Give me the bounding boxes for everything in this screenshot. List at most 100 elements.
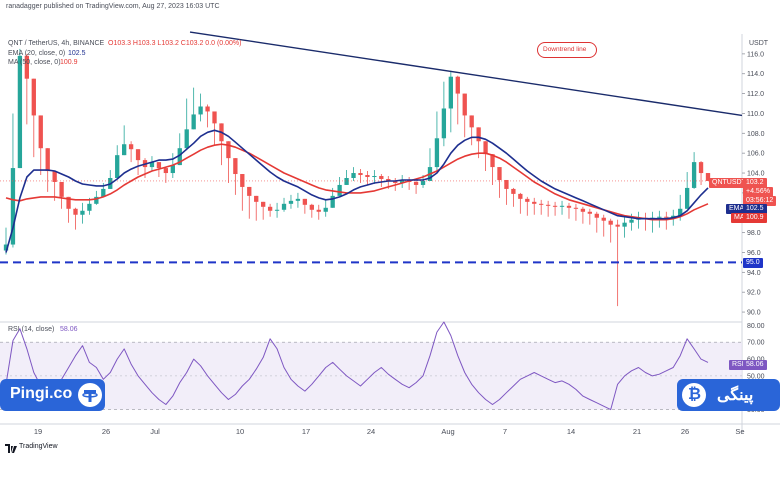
candle-body [316,209,321,212]
time-tick-label: 26 [102,427,110,436]
candle-body [135,149,141,161]
candle-body [288,200,294,204]
price-tick-label: 94.0 [747,270,761,277]
annotation-text: Downtrend line [543,46,587,53]
candle-body [295,198,301,201]
candle-body [525,198,530,202]
ohlc-values: O103.3 H103.3 L103.2 C103.2 0.0 (0.00%) [108,40,242,47]
rsi-tick-label: 70.00 [747,340,765,347]
candle-body [539,203,544,205]
time-tick-label: 7 [503,427,507,436]
candle-body [205,106,210,112]
ema20-line [5,129,709,253]
candle-body [80,210,85,215]
rsi-tag: 58.06 [743,360,767,370]
candle-body [344,178,349,185]
candle-body [302,198,308,205]
candle-body [580,208,586,212]
candle-body [587,211,592,214]
candle-body [691,162,697,188]
candle-body [191,114,196,130]
publisher-text: ranadagger published on TradingView.com,… [6,3,220,10]
branding-bar [0,376,780,414]
candle-body [552,205,558,207]
tradingview-logo: TradingView [5,443,65,453]
candle-body [115,155,120,178]
ma-legend: MA (50, close, 0) [8,59,61,66]
candle-body [622,222,627,227]
candle-body [372,176,377,178]
rsi-tick-label: 80.00 [747,323,765,330]
price-tick-label: 114.0 [747,71,764,78]
price-tick-label: 90.0 [747,310,761,317]
time-tick-label: 10 [236,427,244,436]
time-tick-label: 14 [567,427,575,436]
candle-body [379,176,384,179]
price-layer [3,48,711,307]
price-tick-label: 110.0 [747,111,764,118]
ema-legend-value: 102.5 [68,50,86,57]
candle-body [469,115,474,128]
candle-body [511,188,516,194]
candle-body [365,175,370,178]
candle-body [45,148,50,172]
candle-body [462,93,467,116]
candle-body [59,181,64,197]
candle-body [601,217,606,221]
candle-body [608,220,613,225]
candle-body [504,179,509,189]
candle-body [615,224,620,227]
price-tick-label: 112.0 [747,91,764,98]
candle-body [594,213,599,218]
candle-body [156,162,162,169]
candle-body [73,208,78,215]
tradingview-text: TradingView [19,443,58,450]
candle-body [122,144,127,156]
candle-body [629,219,634,223]
candle-body [87,203,92,211]
candle-body [17,55,23,169]
price-tick-label: 104.0 [747,171,765,178]
time-tick-label: 24 [367,427,375,436]
pingi-right-badge: ₿ پینگی [677,379,780,411]
time-tick-label: Aug [441,427,454,436]
bitcoin-icon: ₿ [682,383,706,407]
candle-body [532,201,537,204]
candle-body [441,108,447,139]
candle-body [254,195,259,202]
time-tick-label: 19 [34,427,42,436]
ma-legend-value: 100.9 [60,59,78,66]
time-tick-label: 17 [302,427,310,436]
candle-body [413,181,419,185]
candle-body [274,209,280,211]
tether-icon [78,383,102,407]
currency-label: USDT [749,40,769,47]
time-tick-label: Se [735,427,744,436]
indicator-layer [0,31,743,264]
candle-body [664,216,669,218]
candle-body [247,186,252,196]
candle-body [476,127,481,142]
candle-body [337,184,342,196]
candle-body [483,141,488,155]
rsi-legend: RSI (14, close) [8,326,55,333]
price-tick-label: 98.0 [747,230,761,237]
ma-tag: 100.9 [743,213,767,223]
time-tick-label: Jul [150,427,160,436]
price-tick-label: 116.0 [747,51,764,58]
candle-body [573,207,579,209]
candle-body [128,144,134,150]
support-tag: 95.0 [743,258,763,268]
candle-body [233,158,238,175]
time-tick-label: 21 [633,427,641,436]
candle-body [198,106,203,115]
pingi-right-name: پینگی [717,387,754,404]
chart-root: 90.092.094.096.098.0100.0102.0104.0106.0… [0,0,780,480]
candle-body [566,205,572,208]
candle-body [420,180,426,185]
candle-body [448,76,453,109]
candle-body [698,162,704,174]
candle-body [351,173,356,178]
candle-body [31,78,36,116]
candle-body [212,111,217,124]
